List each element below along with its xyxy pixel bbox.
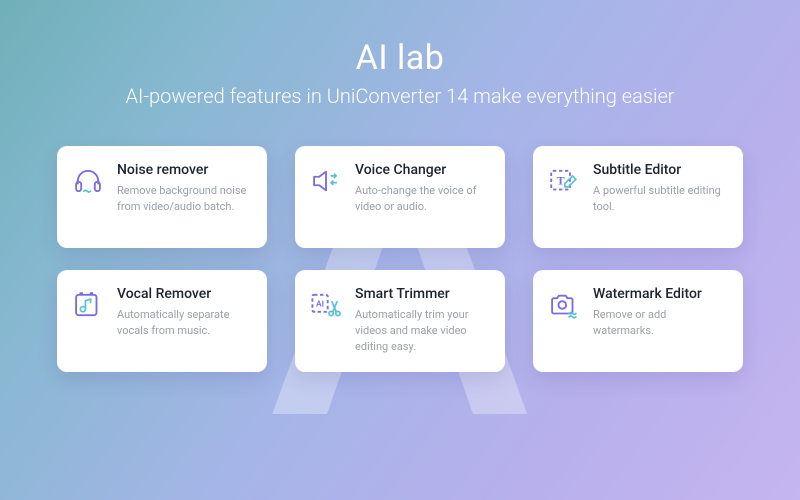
card-body: Smart Trimmer Automatically trim your vi…	[355, 286, 491, 355]
card-voice-changer[interactable]: Voice Changer Auto-change the voice of v…	[295, 146, 505, 248]
svg-text:T: T	[557, 173, 565, 187]
card-desc: Automatically trim your videos and make …	[355, 307, 491, 355]
headphones-wave-icon	[71, 164, 105, 198]
page-title: AI lab	[356, 38, 445, 78]
card-vocal-remover[interactable]: Vocal Remover Automatically separate voc…	[57, 270, 267, 372]
music-note-icon	[71, 288, 105, 322]
card-smart-trimmer[interactable]: AI Smart Trimmer Automatically trim your…	[295, 270, 505, 372]
card-noise-remover[interactable]: Noise remover Remove background noise fr…	[57, 146, 267, 248]
card-title: Voice Changer	[355, 162, 491, 179]
card-body: Voice Changer Auto-change the voice of v…	[355, 162, 491, 215]
card-title: Smart Trimmer	[355, 286, 491, 303]
card-desc: Remove or add watermarks.	[593, 307, 729, 339]
card-desc: Auto-change the voice of video or audio.	[355, 183, 491, 215]
card-desc: Automatically separate vocals from music…	[117, 307, 253, 339]
card-desc: Remove background noise from video/audio…	[117, 183, 253, 215]
card-title: Subtitle Editor	[593, 162, 729, 179]
feature-grid: Noise remover Remove background noise fr…	[57, 146, 743, 372]
speaker-swap-icon	[309, 164, 343, 198]
camera-wave-icon	[547, 288, 581, 322]
card-title: Noise remover	[117, 162, 253, 179]
card-watermark-editor[interactable]: Watermark Editor Remove or add watermark…	[533, 270, 743, 372]
card-body: Subtitle Editor A powerful subtitle edit…	[593, 162, 729, 215]
card-body: Noise remover Remove background noise fr…	[117, 162, 253, 215]
page-subtitle: AI-powered features in UniConverter 14 m…	[125, 84, 674, 108]
card-title: Watermark Editor	[593, 286, 729, 303]
card-title: Vocal Remover	[117, 286, 253, 303]
text-frame-icon: T	[547, 164, 581, 198]
svg-text:AI: AI	[316, 300, 324, 310]
card-desc: A powerful subtitle editing tool.	[593, 183, 729, 215]
card-body: Watermark Editor Remove or add watermark…	[593, 286, 729, 339]
card-subtitle-editor[interactable]: T Subtitle Editor A powerful subtitle ed…	[533, 146, 743, 248]
card-body: Vocal Remover Automatically separate voc…	[117, 286, 253, 339]
page-container: AI lab AI-powered features in UniConvert…	[0, 0, 800, 500]
ai-scissors-icon: AI	[309, 288, 343, 322]
